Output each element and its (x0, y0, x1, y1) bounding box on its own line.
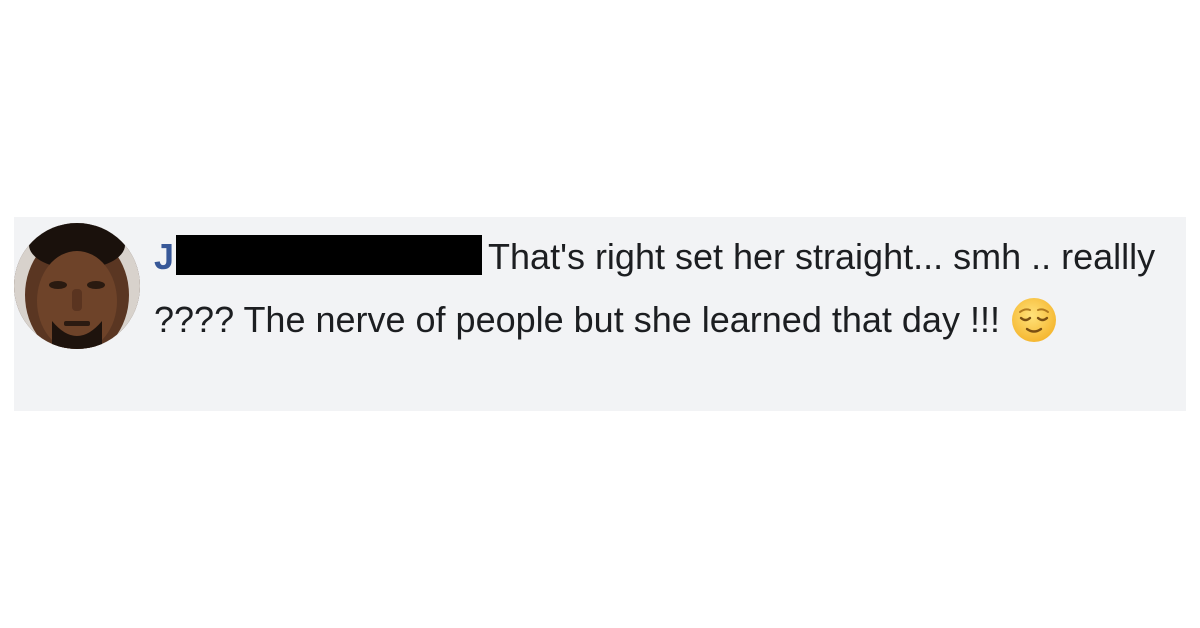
comment-body: J That's right set her straight... smh ..… (154, 225, 1184, 363)
avatar[interactable] (14, 223, 140, 349)
author-name-link[interactable]: J (154, 236, 174, 277)
redaction-bar (176, 235, 483, 275)
avatar-photo (14, 223, 140, 349)
relieved-face-icon (1010, 296, 1058, 363)
comment-row: J That's right set her straight... smh ..… (14, 217, 1186, 411)
page: J That's right set her straight... smh ..… (0, 0, 1200, 628)
